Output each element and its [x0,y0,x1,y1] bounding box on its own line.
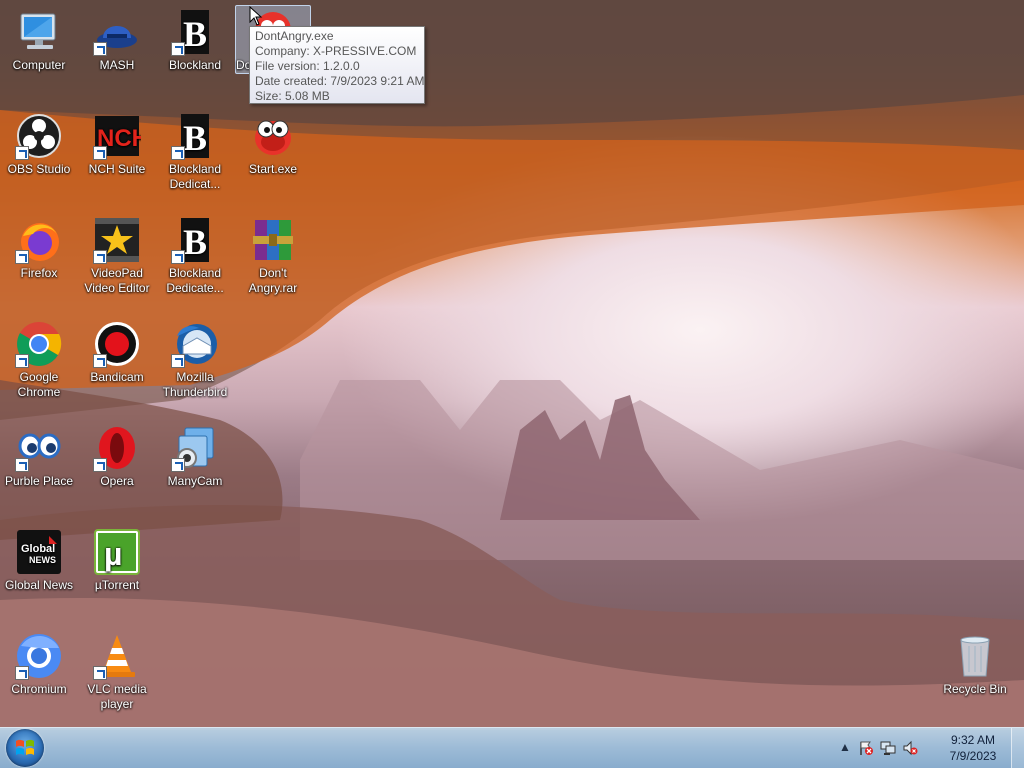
icon-label: Google Chrome [17,370,61,399]
desktop-icon-mash[interactable]: MASH [78,8,156,73]
mash-icon [93,8,141,56]
icon-label: Blockland Dedicat... [168,162,222,191]
desktop-icon-opera[interactable]: Opera [78,424,156,489]
show-hidden-icons-chevron-icon[interactable]: ▲ [837,740,853,756]
svg-text:Global: Global [21,543,55,555]
desktop-icon-blockland-dedicated-2[interactable]: B Blockland Dedicate... [156,216,234,296]
icon-label: Bandicam [90,370,144,384]
icon-label: Computer [12,58,66,72]
videopad-icon [93,216,141,264]
desktop-icon-firefox[interactable]: Firefox [0,216,78,281]
volume-muted-icon[interactable] [902,740,918,756]
icon-label: Blockland [168,58,222,72]
desktop-icon-dont-angry-rar[interactable]: Don't Angry.rar [234,216,312,296]
icon-label: Start.exe [248,162,298,176]
desktop-icon-manycam[interactable]: ManyCam [156,424,234,489]
desktop-icon-bandicam[interactable]: Bandicam [78,320,156,385]
mouse-cursor-icon [249,6,263,26]
manycam-icon [171,424,219,472]
windows-logo-icon [16,739,34,755]
recycle-bin-icon [951,632,999,680]
icon-label: Purble Place [4,474,74,488]
icon-label: MASH [99,58,135,72]
icon-label: Don't Angry.rar [248,266,298,295]
global-news-icon: Global NEWS [15,528,63,576]
chromium-icon [15,632,63,680]
icon-label: OBS Studio [7,162,71,176]
desktop-icon-blockland-dedicated-1[interactable]: B Blockland Dedicat... [156,112,234,192]
icon-label: ManyCam [167,474,223,488]
blockland-icon: B [171,112,219,160]
desktop-icon-utorrent[interactable]: µ µTorrent [78,528,156,593]
opera-icon [93,424,141,472]
thunderbird-icon [171,320,219,368]
desktop-icon-google-chrome[interactable]: Google Chrome [0,320,78,400]
icon-label: Recycle Bin [943,682,1007,696]
show-desktop-button[interactable] [1011,728,1024,768]
desktop-icon-chromium[interactable]: Chromium [0,632,78,697]
desktop-icon-videopad[interactable]: VideoPad Video Editor [78,216,156,296]
winrar-archive-icon [249,216,297,264]
desktop-icon-blockland[interactable]: B Blockland [156,8,234,73]
blockland-icon: B [171,8,219,56]
svg-text:B: B [183,222,207,262]
svg-text:NEWS: NEWS [29,555,56,565]
desktop-icon-computer[interactable]: Computer [0,8,78,73]
desktop-icon-vlc[interactable]: VLC media player [78,632,156,712]
svg-text:B: B [183,14,207,54]
action-center-flag-icon[interactable] [858,740,874,756]
system-tray: ▲ 9:32 AM 7/9/2023 [834,728,1024,768]
icon-label: VideoPad Video Editor [84,266,150,295]
svg-text:µ: µ [104,536,122,572]
desktop-icon-global-news[interactable]: Global NEWS Global News [0,528,78,593]
icon-label: Mozilla Thunderbird [162,370,228,399]
nch-suite-icon: NCH [93,112,141,160]
tooltip-size: Size: 5.08 MB [255,89,330,103]
clock-date: 7/9/2023 [949,749,997,763]
desktop-icon-start-exe[interactable]: Start.exe [234,112,312,177]
clock-time: 9:32 AM [950,733,996,747]
icon-label: NCH Suite [88,162,146,176]
desktop-icon-nch-suite[interactable]: NCH NCH Suite [78,112,156,177]
network-icon[interactable] [880,740,896,756]
icon-label: Chromium [11,682,67,696]
desktop-icon-purble-place[interactable]: Purble Place [0,424,78,489]
dont-angry-face-icon [249,112,297,160]
obs-studio-icon [15,112,63,160]
tooltip-date-created: Date created: 7/9/2023 9:21 AM [255,74,425,88]
vlc-cone-icon [93,632,141,680]
desktop-icon-recycle-bin[interactable]: Recycle Bin [936,632,1014,697]
tooltip-company: Company: X-PRESSIVE.COM [255,44,417,58]
taskbar: ▲ 9:32 AM 7/9/2023 [0,727,1024,768]
icon-label: VLC media player [87,682,147,711]
computer-icon [15,8,63,56]
chrome-icon [15,320,63,368]
icon-label: Global News [4,578,74,592]
icon-label: Opera [100,474,134,488]
purble-place-icon [15,424,63,472]
desktop-icon-obs-studio[interactable]: OBS Studio [0,112,78,177]
bandicam-icon [93,320,141,368]
firefox-icon [15,216,63,264]
start-button[interactable] [6,729,44,767]
icon-label: Firefox [20,266,58,280]
tooltip-file-version: File version: 1.2.0.0 [255,59,360,73]
tooltip-file-name: DontAngry.exe [255,29,334,43]
icon-label: Blockland Dedicate... [166,266,224,295]
file-info-tooltip: DontAngry.exe Company: X-PRESSIVE.COM Fi… [249,26,425,104]
utorrent-icon: µ [93,528,141,576]
blockland-icon: B [171,216,219,264]
svg-text:B: B [183,118,207,158]
taskbar-clock[interactable]: 9:32 AM 7/9/2023 [938,732,1008,764]
desktop-icon-mozilla-thunderbird[interactable]: Mozilla Thunderbird [156,320,234,400]
icon-label: µTorrent [94,578,140,592]
